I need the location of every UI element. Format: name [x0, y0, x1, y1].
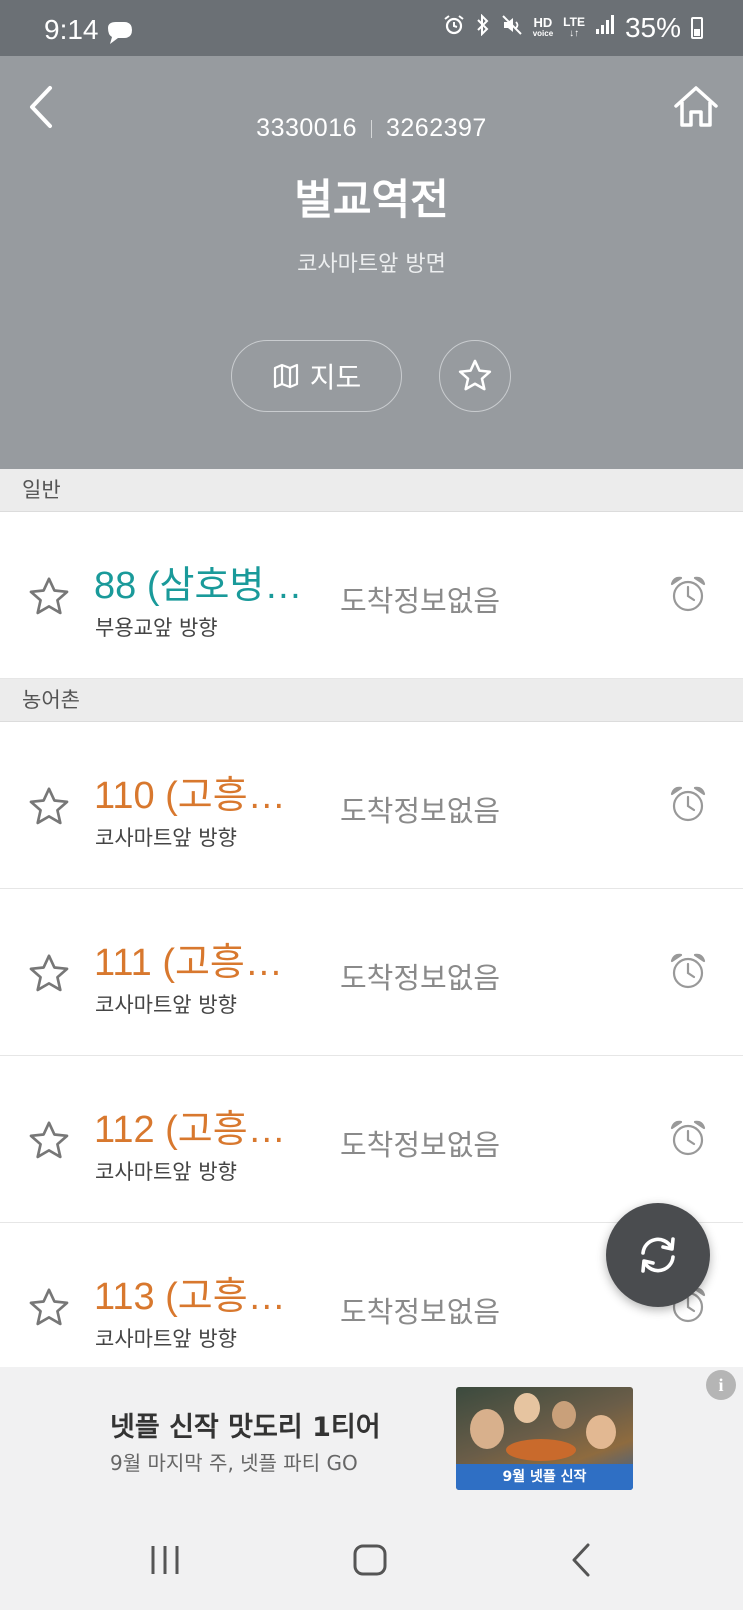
route-number: 113 (고흥…: [94, 1276, 286, 1318]
back-nav-icon: [572, 1543, 590, 1577]
battery-percent: 35%: [624, 12, 681, 43]
stop-id-2: 3262397: [386, 114, 487, 142]
alarm-clock-icon: [670, 786, 706, 822]
ad-info-icon[interactable]: i: [706, 1370, 736, 1400]
arrival-info: 도착정보없음: [340, 584, 501, 618]
arrival-info: 도착정보없음: [340, 1295, 501, 1329]
map-button-label: 지도: [309, 361, 362, 394]
recent-apps-button[interactable]: [147, 1542, 183, 1582]
favorite-route-button[interactable]: [26, 784, 72, 830]
alarm-button[interactable]: [668, 574, 708, 614]
stop-name: 벌교역전: [294, 175, 449, 224]
favorite-route-button[interactable]: [26, 1285, 72, 1331]
route-direction: 코사마트앞 방향: [95, 1327, 237, 1351]
hd-label: HD: [533, 15, 553, 30]
system-nav-bar: [0, 1510, 743, 1610]
home-nav-button[interactable]: [352, 1542, 388, 1582]
recent-apps-icon: [151, 1546, 179, 1574]
status-icons: HD voice LTE ↓↑ 35%: [443, 12, 703, 44]
route-direction: 코사마트앞 방향: [95, 826, 237, 850]
star-icon: [29, 954, 69, 992]
route-number: 110 (고흥…: [94, 775, 286, 817]
route-number: 112 (고흥…: [94, 1109, 286, 1151]
star-icon: [29, 1288, 69, 1326]
route-direction: 코사마트앞 방향: [95, 993, 237, 1017]
map-button[interactable]: 지도: [231, 340, 402, 412]
back-nav-button[interactable]: [564, 1542, 600, 1582]
status-bar: 9:14 HD voice LTE ↓↑ 35%: [0, 0, 743, 56]
route-direction: 부용교앞 방향: [95, 616, 218, 640]
bluetooth-icon: [475, 13, 491, 42]
star-icon: [29, 577, 69, 615]
route-row[interactable]: 110 (고흥… 코사마트앞 방향 도착정보없음: [0, 722, 743, 889]
alarm-status-icon: [443, 14, 465, 42]
ad-image-caption: 9월 넷플 신작: [456, 1464, 633, 1490]
battery-icon: [691, 17, 703, 39]
arrival-info: 도착정보없음: [340, 1128, 501, 1162]
route-row[interactable]: 88 (삼호병… 부용교앞 방향 도착정보없음: [0, 512, 743, 679]
stop-id-1: 3330016: [256, 114, 357, 142]
alarm-button[interactable]: [668, 1118, 708, 1158]
section-header-general: 일반: [0, 469, 743, 512]
route-number: 111 (고흥…: [94, 942, 283, 984]
favorite-stop-button[interactable]: [439, 340, 511, 412]
voice-label: voice: [532, 29, 554, 38]
favorite-route-button[interactable]: [26, 574, 72, 620]
chat-bubble-icon: [104, 20, 134, 50]
home-nav-icon: [353, 1544, 387, 1576]
alarm-clock-icon: [670, 953, 706, 989]
alarm-clock-icon: [670, 1120, 706, 1156]
favorite-route-button[interactable]: [26, 1118, 72, 1164]
status-time: 9:14: [44, 14, 99, 45]
alarm-button[interactable]: [668, 951, 708, 991]
hd-voice-icon: HD voice: [532, 15, 554, 39]
route-number: 88 (삼호병…: [94, 565, 303, 607]
stop-direction: 코사마트앞 방면: [297, 252, 446, 277]
alarm-clock-icon: [670, 576, 706, 612]
alarm-button[interactable]: [668, 784, 708, 824]
section-header-rural: 농어촌: [0, 679, 743, 722]
star-icon: [458, 359, 492, 391]
arrival-info: 도착정보없음: [340, 794, 501, 828]
stop-ids: 3330016 3262397: [0, 114, 743, 143]
route-direction: 코사마트앞 방향: [95, 1160, 237, 1184]
route-row[interactable]: 112 (고흥… 코사마트앞 방향 도착정보없음: [0, 1056, 743, 1223]
star-icon: [29, 1121, 69, 1159]
ad-title: 넷플 신작 맛도리 1티어: [110, 1412, 381, 1443]
arrival-info: 도착정보없음: [340, 961, 501, 995]
ad-image[interactable]: 9월 넷플 신작: [456, 1387, 633, 1490]
ad-banner[interactable]: 넷플 신작 맛도리 1티어 9월 마지막 주, 넷플 파티 GO 9월 넷플 신…: [0, 1367, 743, 1510]
ad-subtitle: 9월 마지막 주, 넷플 파티 GO: [110, 1451, 358, 1475]
mute-icon: [501, 14, 523, 42]
route-row[interactable]: 111 (고흥… 코사마트앞 방향 도착정보없음: [0, 889, 743, 1056]
signal-icon: [595, 14, 615, 42]
star-icon: [29, 787, 69, 825]
lte-icon: LTE ↓↑: [563, 15, 585, 39]
lte-label: LTE: [563, 15, 585, 29]
map-icon: [273, 363, 298, 389]
stop-header: 3330016 3262397 벌교역전 코사마트앞 방면 지도: [0, 56, 743, 469]
refresh-button[interactable]: [606, 1203, 710, 1307]
refresh-icon: [641, 1237, 675, 1273]
favorite-route-button[interactable]: [26, 951, 72, 997]
